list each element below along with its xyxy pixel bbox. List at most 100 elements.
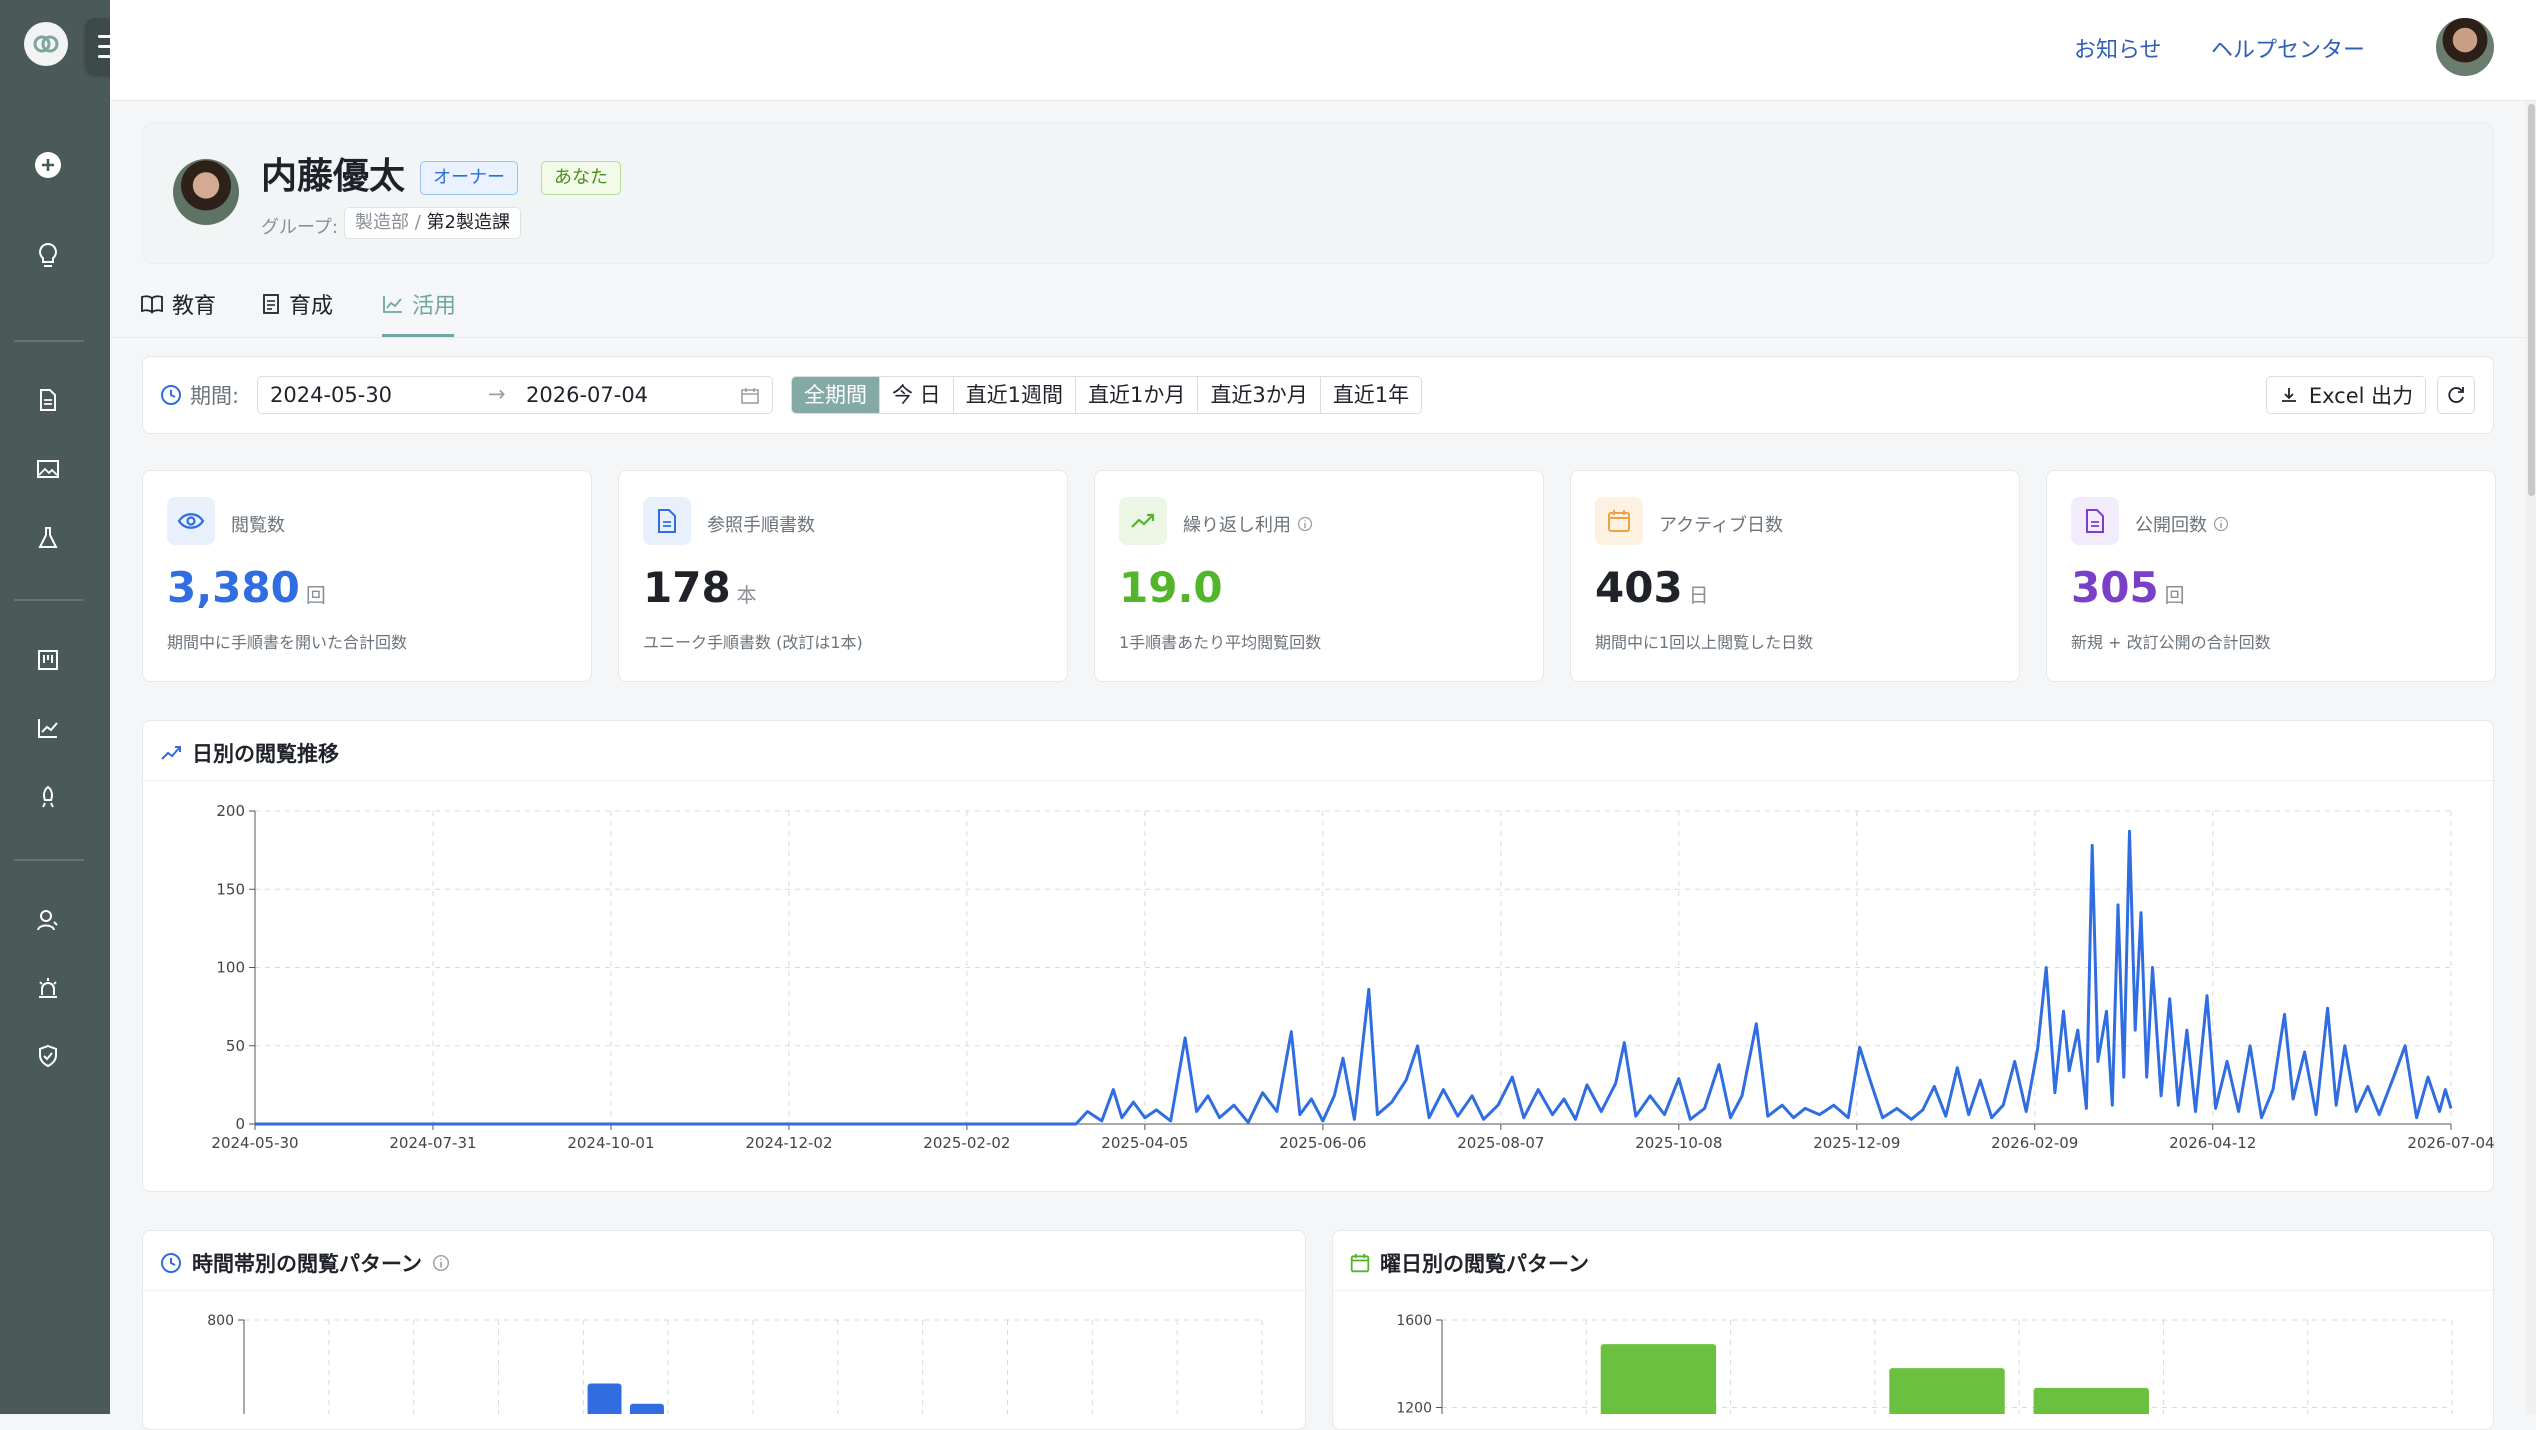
bar: [1600, 1344, 1717, 1414]
y-tick-label: 800: [207, 1313, 234, 1329]
end-date-input[interactable]: 2026-07-04: [526, 383, 648, 407]
clock-icon: [161, 1253, 181, 1273]
range-1month-button[interactable]: 直近1か月: [1075, 377, 1197, 413]
stat-unit: 日: [1688, 583, 1709, 607]
topbar: [110, 0, 2536, 101]
sidebar-divider: [14, 859, 84, 861]
trend-up-icon: [161, 746, 181, 760]
tab-usage[interactable]: 活用: [382, 288, 456, 320]
x-tick-label: 2026-02-09: [1991, 1134, 2078, 1152]
x-tick-label: 2025-04-05: [1101, 1134, 1188, 1152]
stat-label: 繰り返し利用: [1183, 515, 1291, 536]
stat-description: 期間中に手順書を開いた合計回数: [167, 633, 408, 652]
stat-card-referenced-docs: 参照手順書数 178 本 ユニーク手順書数 (改訂は1本): [618, 470, 1068, 682]
sidebar-divider: [14, 599, 84, 601]
x-tick-label: 2026-07-04: [2407, 1134, 2494, 1152]
book-icon: [141, 295, 163, 314]
stat-label: 参照手順書数: [707, 515, 815, 536]
help-center-link[interactable]: ヘルプセンター: [2211, 32, 2365, 64]
daily-chart-title: 日別の閲覧推移: [160, 738, 339, 768]
eye-icon: [167, 497, 215, 545]
bar: [2033, 1387, 2149, 1414]
stat-description: 1手順書あたり平均閲覧回数: [1119, 633, 1322, 652]
notice-link[interactable]: お知らせ: [2074, 32, 2162, 64]
calendar-icon[interactable]: [740, 387, 760, 405]
y-tick-label: 150: [216, 880, 245, 898]
flask-icon[interactable]: [31, 521, 65, 555]
board-icon[interactable]: [31, 643, 65, 677]
stat-card-publish-count: 公開回数 305 回 新規 + 改訂公開の合計回数: [2046, 470, 2496, 682]
group-breadcrumb: 製造部 / 第2製造課: [344, 207, 521, 239]
x-tick-label: 2025-06-06: [1279, 1134, 1366, 1152]
group-label: グループ:: [261, 217, 338, 238]
scrollbar-thumb[interactable]: [2528, 104, 2535, 496]
stat-description: 期間中に1回以上閲覧した日数: [1595, 633, 1814, 652]
x-tick-label: 2024-12-02: [745, 1134, 832, 1152]
profile-name: 内藤優太: [261, 156, 406, 197]
start-date-input[interactable]: 2024-05-30: [270, 383, 392, 407]
stat-value: 19.0: [1119, 563, 1223, 612]
tab-education[interactable]: 教育: [140, 288, 216, 320]
range-3month-button[interactable]: 直近3か月: [1197, 377, 1319, 413]
tab-usage-label: 活用: [412, 294, 457, 319]
lightbulb-icon[interactable]: [31, 238, 65, 272]
stat-unit: 回: [305, 583, 326, 607]
excel-export-button[interactable]: Excel 出力: [2266, 376, 2426, 414]
rocket-icon[interactable]: [31, 780, 65, 814]
y-tick-label: 50: [226, 1037, 245, 1055]
document-icon[interactable]: [31, 383, 65, 417]
weekday-views-chart: 1200 1600: [1396, 1313, 2453, 1415]
users-icon[interactable]: [31, 903, 65, 937]
info-icon[interactable]: [1297, 516, 1313, 532]
stat-card-active-days: アクティブ日数 403 日 期間中に1回以上閲覧した日数: [1570, 470, 2020, 682]
weekday-chart-title-text: 曜日別の閲覧パターン: [1380, 1252, 1589, 1276]
tab-education-label: 教育: [172, 294, 217, 319]
x-tick-label: 2026-04-12: [2169, 1134, 2256, 1152]
profile-card: 内藤優太 オーナー あなた グループ: 製造部 / 第2製造課: [142, 122, 2494, 264]
daily-chart-title-text: 日別の閲覧推移: [192, 742, 339, 766]
excel-export-label: Excel 出力: [2308, 384, 2414, 408]
shield-check-icon[interactable]: [31, 1039, 65, 1073]
refresh-button[interactable]: [2437, 376, 2475, 414]
publish-doc-icon: [2071, 497, 2119, 545]
info-icon[interactable]: [432, 1254, 450, 1272]
image-icon[interactable]: [31, 452, 65, 486]
hourly-chart-title-text: 時間帯別の閲覧パターン: [192, 1252, 422, 1276]
trend-up-icon: [1119, 497, 1167, 545]
chart-line-icon[interactable]: [31, 711, 65, 745]
y-tick-label: 1200: [1396, 1401, 1432, 1415]
hourly-chart-title: 時間帯別の閲覧パターン: [160, 1248, 450, 1278]
alarm-icon[interactable]: [31, 971, 65, 1005]
bar: [587, 1383, 622, 1414]
info-icon[interactable]: [2213, 516, 2229, 532]
stat-value: 403: [1595, 563, 1683, 612]
range-today-button[interactable]: 今 日: [879, 377, 953, 413]
date-range-picker[interactable]: 2024-05-30 → 2026-07-04: [257, 376, 773, 414]
profile-avatar: [173, 159, 239, 225]
card-header-divider: [1333, 1290, 2493, 1291]
y-tick-label: 1600: [1396, 1313, 1432, 1329]
app-logo-icon[interactable]: [24, 22, 68, 66]
add-icon[interactable]: [31, 148, 65, 182]
tab-training[interactable]: 育成: [261, 288, 333, 320]
user-avatar[interactable]: [2434, 16, 2496, 78]
card-header-divider: [143, 1290, 1305, 1291]
hourly-views-chart: 600800: [207, 1313, 1263, 1414]
stat-value: 305: [2071, 563, 2159, 612]
x-tick-label: 2024-05-30: [211, 1134, 298, 1152]
range-1week-button[interactable]: 直近1週間: [952, 377, 1075, 413]
clipboard-icon: [263, 294, 279, 314]
period-label: 期間:: [160, 380, 239, 410]
stat-value: 178: [643, 563, 731, 612]
stat-description: ユニーク手順書数 (改訂は1本): [643, 633, 863, 652]
range-1year-button[interactable]: 直近1年: [1319, 377, 1421, 413]
sidebar: [0, 0, 110, 1414]
chart-line-icon: [383, 296, 402, 313]
bar: [629, 1403, 664, 1414]
x-tick-label: 2025-08-07: [1457, 1134, 1544, 1152]
range-all-button[interactable]: 全期間: [792, 377, 879, 413]
x-tick-label: 2025-10-08: [1635, 1134, 1722, 1152]
stat-unit: 回: [2164, 583, 2185, 607]
stat-card-repeat-use: 繰り返し利用 19.0 1手順書あたり平均閲覧回数: [1094, 470, 1544, 682]
y-tick-label: 0: [235, 1115, 245, 1133]
